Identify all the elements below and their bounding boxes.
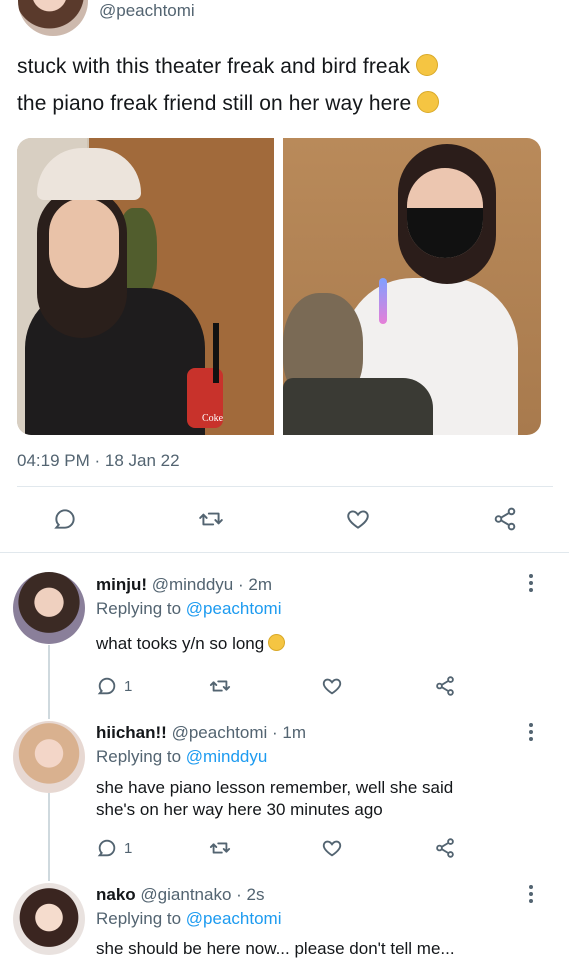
reply-time: · 2m <box>237 575 272 594</box>
divider <box>0 552 569 553</box>
mention-link[interactable]: @peachtomi <box>186 909 282 928</box>
author-avatar[interactable] <box>18 0 88 36</box>
divider <box>17 486 553 487</box>
reply-body-line-1: she have piano lesson remember, well she… <box>96 778 454 797</box>
heart-icon <box>347 510 369 529</box>
reply-time: · 1m <box>272 723 307 742</box>
replying-label: Replying to <box>96 747 182 766</box>
more-icon <box>529 723 533 727</box>
tweet-text: the piano freak friend still on her way … <box>17 92 412 115</box>
retweet-icon <box>209 842 231 854</box>
tweet-text: stuck with this theater freak and bird f… <box>17 55 411 78</box>
retweet-button[interactable] <box>208 837 232 859</box>
tweet-text-line-1: stuck with this theater freak and bird f… <box>17 54 439 79</box>
replying-to: Replying to @minddyu <box>96 747 267 767</box>
tweet-photo-1[interactable]: Coke <box>17 138 274 435</box>
more-button[interactable] <box>524 574 538 592</box>
reply-body: what tooks y/n so long <box>96 634 265 653</box>
heart-icon <box>322 840 342 857</box>
mention-link[interactable]: @peachtomi <box>186 599 282 618</box>
replying-to: Replying to @peachtomi <box>96 599 282 619</box>
comment-icon <box>97 839 116 857</box>
heart-icon <box>322 678 342 695</box>
mention-link[interactable]: @minddyu <box>186 747 268 766</box>
reply-count: 1 <box>124 677 133 695</box>
share-button[interactable] <box>433 675 457 697</box>
reply-header: hiichan!! @peachtomi · 1m <box>96 723 306 743</box>
like-button[interactable] <box>320 675 344 697</box>
photo-caption: Coke <box>202 413 224 424</box>
user-handle[interactable]: @minddyu <box>152 575 234 594</box>
reply-body-line-2: she's on her way here 30 minutes ago <box>96 800 383 819</box>
user-handle[interactable]: @giantnako <box>140 885 231 904</box>
retweet-icon <box>199 512 223 526</box>
more-button[interactable] <box>524 885 538 903</box>
more-icon <box>529 885 533 889</box>
reply-count: 1 <box>124 839 133 857</box>
display-name[interactable]: hiichan!! <box>96 723 167 742</box>
user-handle[interactable]: @peachtomi <box>172 723 268 742</box>
reply-button[interactable]: 1 <box>96 675 132 697</box>
replying-to: Replying to @peachtomi <box>96 909 282 929</box>
flushed-face-emoji-icon <box>417 91 440 113</box>
reply-button[interactable] <box>52 506 78 532</box>
reply-text: what tooks y/n so long <box>96 633 536 655</box>
display-name[interactable]: nako <box>96 885 136 904</box>
comment-icon <box>54 509 75 529</box>
share-button[interactable] <box>433 837 457 859</box>
tweet-photo-2[interactable] <box>283 138 541 435</box>
sleepy-face-emoji-icon <box>416 54 439 76</box>
share-icon <box>494 507 516 531</box>
avatar[interactable] <box>13 572 85 644</box>
reply-header: nako @giantnako · 2s <box>96 885 265 905</box>
comment-icon <box>97 677 116 695</box>
author-handle[interactable]: @peachtomi <box>99 1 195 21</box>
thread-line <box>48 645 50 719</box>
share-button[interactable] <box>491 506 519 532</box>
thread-line <box>48 793 50 881</box>
reply-text: she have piano lesson remember, well she… <box>96 777 536 821</box>
reply-button[interactable]: 1 <box>96 837 132 859</box>
reply-header: minju! @minddyu · 2m <box>96 575 272 595</box>
replying-label: Replying to <box>96 909 182 928</box>
avatar[interactable] <box>13 721 85 793</box>
reply-time: · 2s <box>236 885 265 904</box>
like-button[interactable] <box>344 506 372 532</box>
share-icon <box>436 676 454 696</box>
more-button[interactable] <box>524 723 538 741</box>
replying-label: Replying to <box>96 599 182 618</box>
tweet-text-line-2: the piano freak friend still on her way … <box>17 91 440 116</box>
reply-text: she should be here now... please don't t… <box>96 938 536 960</box>
avatar[interactable] <box>13 883 85 955</box>
like-button[interactable] <box>320 837 344 859</box>
share-icon <box>436 838 454 858</box>
retweet-button[interactable] <box>208 675 232 697</box>
display-name[interactable]: minju! <box>96 575 147 594</box>
tweet-timestamp[interactable]: 04:19 PM · 18 Jan 22 <box>17 451 180 471</box>
smirk-face-emoji-icon <box>268 634 286 651</box>
retweet-icon <box>209 680 231 692</box>
more-icon <box>529 574 533 578</box>
reply-body: she should be here now... please don't t… <box>96 939 455 958</box>
retweet-button[interactable] <box>197 506 225 532</box>
